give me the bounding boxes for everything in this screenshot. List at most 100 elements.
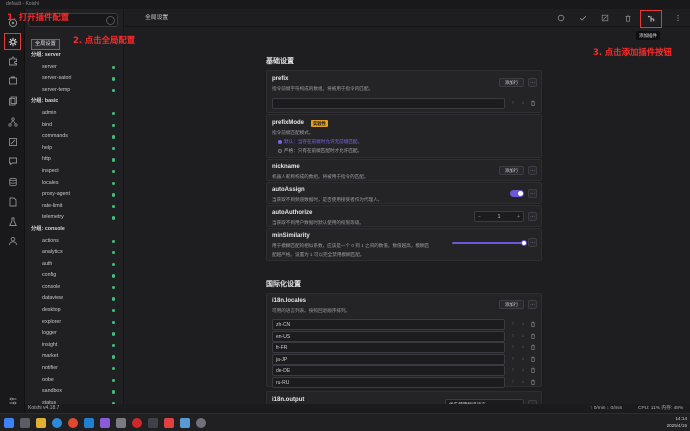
slider-knob[interactable] xyxy=(521,240,527,246)
vscode-icon[interactable] xyxy=(84,418,94,428)
plugin-item[interactable]: console xyxy=(25,282,124,294)
bag-icon[interactable] xyxy=(6,73,19,86)
move-down-icon[interactable]: ↓ xyxy=(519,99,527,107)
puzzle-icon[interactable] xyxy=(6,54,19,67)
trash-icon[interactable] xyxy=(529,320,537,328)
plugin-item[interactable]: config xyxy=(25,270,124,282)
plugin-item[interactable]: desktop xyxy=(25,305,124,317)
prefix-more-button[interactable]: … xyxy=(528,78,537,87)
plugin-item[interactable]: inspect xyxy=(25,166,124,178)
plugin-item[interactable]: notifier xyxy=(25,363,124,375)
plugin-item[interactable]: oobe xyxy=(25,375,124,387)
app-icon[interactable] xyxy=(164,418,174,428)
move-up-icon[interactable]: ↑ xyxy=(509,378,517,386)
move-down-icon[interactable]: ↓ xyxy=(519,343,527,351)
autoauthorize-more-button[interactable]: … xyxy=(528,212,537,221)
search-icon[interactable] xyxy=(106,16,115,25)
locale-input[interactable]: en-US xyxy=(272,330,505,342)
plugin-item[interactable]: telemetry xyxy=(25,212,124,224)
minsimilarity-slider[interactable] xyxy=(452,240,527,246)
app-icon[interactable] xyxy=(196,418,206,428)
plugin-item[interactable]: http xyxy=(25,154,124,166)
trash-icon[interactable] xyxy=(529,378,537,386)
plugin-item[interactable]: sandbox xyxy=(25,386,124,398)
autoassign-toggle[interactable] xyxy=(510,190,524,197)
move-down-icon[interactable]: ↓ xyxy=(519,320,527,328)
plugin-item[interactable]: dataview xyxy=(25,293,124,305)
check-icon[interactable] xyxy=(577,12,589,24)
plus-icon[interactable]: + xyxy=(517,212,520,222)
trash-icon[interactable] xyxy=(622,12,634,24)
plugin-group[interactable]: 分组: basic xyxy=(25,96,124,108)
plugin-group[interactable]: 分组: console xyxy=(25,224,124,236)
trash-icon[interactable] xyxy=(529,99,537,107)
move-down-icon[interactable]: ↓ xyxy=(519,366,527,374)
move-up-icon[interactable]: ↑ xyxy=(509,332,517,340)
plugin-config-gear-icon[interactable] xyxy=(4,33,21,50)
plugin-item[interactable]: admin xyxy=(25,108,124,120)
plugin-item[interactable]: insight xyxy=(25,340,124,352)
plugin-item[interactable]: server xyxy=(25,62,124,74)
edit-icon[interactable] xyxy=(6,135,19,148)
rename-icon[interactable] xyxy=(599,12,611,24)
locale-input[interactable]: de-DE xyxy=(272,365,505,376)
move-down-icon[interactable]: ↓ xyxy=(519,355,527,363)
autoauthorize-stepper[interactable]: − 1 + xyxy=(474,211,524,222)
file-icon[interactable] xyxy=(6,195,19,208)
plugin-group[interactable]: 分组: server xyxy=(25,50,124,62)
network-icon[interactable] xyxy=(6,115,19,128)
plugin-item[interactable]: server-temp xyxy=(25,85,124,97)
global-settings-button[interactable]: 全局设置 xyxy=(31,39,60,50)
locale-input[interactable]: ja-JP xyxy=(272,353,505,365)
move-down-icon[interactable]: ↓ xyxy=(519,332,527,340)
locale-input[interactable]: fr-FR xyxy=(272,342,505,353)
i18n-locales-add-button[interactable]: 添加行 xyxy=(499,300,524,309)
netease-icon[interactable] xyxy=(132,418,142,428)
edge-icon[interactable] xyxy=(52,418,62,428)
locale-input[interactable]: zh-CN xyxy=(272,319,505,330)
flask-icon[interactable] xyxy=(6,215,19,228)
chat-icon[interactable] xyxy=(6,154,19,167)
explorer-icon[interactable] xyxy=(36,418,46,428)
locale-input[interactable]: ru-RU xyxy=(272,376,505,388)
trash-icon[interactable] xyxy=(529,366,537,374)
copy-icon[interactable] xyxy=(6,94,19,107)
plugin-item[interactable]: bind xyxy=(25,120,124,132)
move-up-icon[interactable]: ↑ xyxy=(509,320,517,328)
trash-icon[interactable] xyxy=(529,332,537,340)
minus-icon[interactable]: − xyxy=(478,212,481,222)
add-plugin-button[interactable] xyxy=(640,10,662,28)
plugin-item[interactable]: server-satori xyxy=(25,73,124,85)
move-up-icon[interactable]: ↑ xyxy=(509,366,517,374)
sliders-icon[interactable] xyxy=(6,394,19,407)
move-down-icon[interactable]: ↓ xyxy=(519,378,527,386)
i18n-locales-more-button[interactable]: … xyxy=(528,300,537,309)
app-icon[interactable] xyxy=(116,418,126,428)
plugin-item[interactable]: locales xyxy=(25,178,124,190)
windows-start-icon[interactable] xyxy=(4,418,14,428)
more-vertical-icon[interactable] xyxy=(672,12,684,24)
move-up-icon[interactable]: ↑ xyxy=(509,343,517,351)
app-icon[interactable] xyxy=(180,418,190,428)
plugin-item[interactable]: logger xyxy=(25,328,124,340)
visual-studio-icon[interactable] xyxy=(100,418,110,428)
trash-icon[interactable] xyxy=(529,355,537,363)
autoassign-more-button[interactable]: … xyxy=(528,189,537,198)
prefix-add-button[interactable]: 添加行 xyxy=(499,78,524,87)
plugin-item[interactable]: auth xyxy=(25,259,124,271)
prefixmode-strict-radio[interactable]: 严格：只有在前缀匹配时才允许匹配。 xyxy=(278,148,362,154)
plugin-item[interactable]: proxy-agent xyxy=(25,189,124,201)
plugin-item[interactable]: commands xyxy=(25,131,124,143)
nickname-more-button[interactable]: … xyxy=(528,166,537,175)
app-icon[interactable] xyxy=(148,418,158,428)
move-up-icon[interactable]: ↑ xyxy=(509,355,517,363)
plugin-item[interactable]: help xyxy=(25,143,124,155)
chrome-icon[interactable] xyxy=(68,418,78,428)
trash-icon[interactable] xyxy=(529,343,537,351)
database-icon[interactable] xyxy=(6,175,19,188)
plugin-item[interactable]: rate-limit xyxy=(25,201,124,213)
user-icon[interactable] xyxy=(6,234,19,247)
minsimilarity-more-button[interactable]: … xyxy=(528,238,537,247)
search-icon[interactable] xyxy=(20,418,30,428)
plugin-item[interactable]: analytics xyxy=(25,247,124,259)
